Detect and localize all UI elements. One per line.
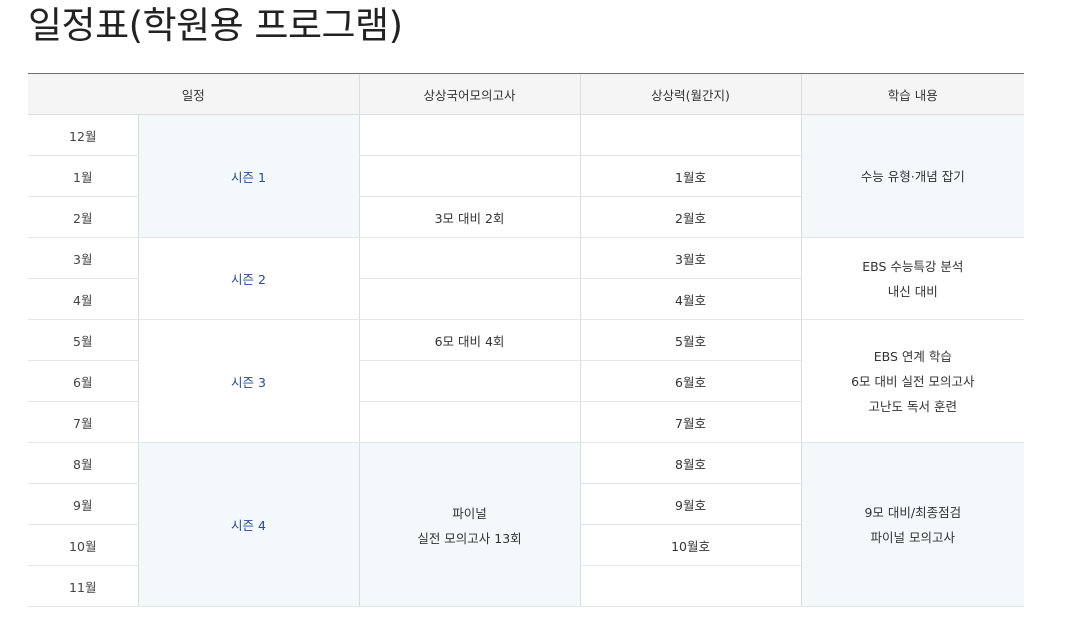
month-cell: 9월 bbox=[28, 483, 138, 525]
month-cell: 12월 bbox=[28, 114, 138, 156]
monthly-issue-cell: 8월호 bbox=[579, 442, 802, 484]
study-content-cell: 9모 대비/최종점검 파이널 모의고사 bbox=[800, 442, 1025, 607]
mock-exam-cell: 3모 대비 2회 bbox=[358, 196, 581, 238]
study-line: 9모 대비/최종점검 bbox=[864, 504, 962, 520]
table-row: 3월 시즌 2 3월호 EBS 수능특강 분석 내신 대비 bbox=[28, 237, 1025, 320]
study-line: EBS 연계 학습 bbox=[873, 348, 952, 364]
header-monthly: 상상력(월간지) bbox=[579, 73, 802, 115]
study-line: EBS 수능특강 분석 bbox=[862, 258, 964, 274]
mock-exam-cell bbox=[358, 237, 581, 279]
month-cell: 8월 bbox=[28, 442, 138, 484]
mock-exam-cell: 파이널 실전 모의고사 13회 bbox=[358, 442, 581, 607]
monthly-issue-cell: 6월호 bbox=[579, 360, 802, 402]
month-cell: 2월 bbox=[28, 196, 138, 238]
season-cell: 시즌 2 bbox=[137, 237, 360, 320]
table-row: 8월 시즌 4 파이널 실전 모의고사 13회 8월호 9모 대비/최종점검 파… bbox=[28, 442, 1025, 607]
monthly-issue-cell: 2월호 bbox=[579, 196, 802, 238]
monthly-issue-cell: 7월호 bbox=[579, 401, 802, 443]
study-line: 고난도 독서 훈련 bbox=[868, 398, 957, 414]
mock-exam-cell: 6모 대비 4회 bbox=[358, 319, 581, 361]
header-study: 학습 내용 bbox=[800, 73, 1025, 115]
monthly-issue-cell: 1월호 bbox=[579, 155, 802, 197]
monthly-issue-cell: 9월호 bbox=[579, 483, 802, 525]
header-mock-exam: 상상국어모의고사 bbox=[358, 73, 581, 115]
month-cell: 6월 bbox=[28, 360, 138, 402]
season-cell: 시즌 1 bbox=[137, 114, 360, 238]
monthly-issue-cell bbox=[579, 114, 802, 156]
mock-exam-line: 파이널 bbox=[452, 505, 487, 521]
mock-exam-cell bbox=[358, 155, 581, 197]
season-cell: 시즌 4 bbox=[137, 442, 360, 607]
table-header-row: 일정 상상국어모의고사 상상력(월간지) 학습 내용 bbox=[28, 73, 1025, 115]
month-cell: 11월 bbox=[28, 565, 138, 607]
mock-exam-line: 실전 모의고사 13회 bbox=[417, 530, 522, 546]
study-line: 6모 대비 실전 모의고사 bbox=[851, 373, 975, 389]
month-cell: 1월 bbox=[28, 155, 138, 197]
study-line: 파이널 모의고사 bbox=[870, 529, 955, 545]
schedule-table: 일정 상상국어모의고사 상상력(월간지) 학습 내용 12월 시즌 1 수능 유… bbox=[28, 73, 1025, 607]
study-content-cell: 수능 유형·개념 잡기 bbox=[800, 114, 1025, 238]
table-row: 12월 시즌 1 수능 유형·개념 잡기 bbox=[28, 114, 1025, 238]
header-schedule: 일정 bbox=[28, 73, 360, 115]
page-title: 일정표(학원용 프로그램) bbox=[28, 4, 403, 47]
study-line: 내신 대비 bbox=[887, 283, 938, 299]
study-content-cell: EBS 연계 학습 6모 대비 실전 모의고사 고난도 독서 훈련 bbox=[800, 319, 1025, 443]
monthly-issue-cell: 5월호 bbox=[579, 319, 802, 361]
monthly-issue-cell: 3월호 bbox=[579, 237, 802, 279]
mock-exam-cell bbox=[358, 278, 581, 320]
month-cell: 3월 bbox=[28, 237, 138, 279]
month-cell: 5월 bbox=[28, 319, 138, 361]
monthly-issue-cell bbox=[579, 565, 802, 607]
month-cell: 4월 bbox=[28, 278, 138, 320]
table-row: 5월 시즌 3 6모 대비 4회 5월호 EBS 연계 학습 6모 대비 실전 … bbox=[28, 319, 1025, 443]
month-cell: 7월 bbox=[28, 401, 138, 443]
study-content-cell: EBS 수능특강 분석 내신 대비 bbox=[800, 237, 1025, 320]
monthly-issue-cell: 10월호 bbox=[579, 524, 802, 566]
monthly-issue-cell: 4월호 bbox=[579, 278, 802, 320]
season-cell: 시즌 3 bbox=[137, 319, 360, 443]
study-line: 수능 유형·개념 잡기 bbox=[860, 168, 965, 184]
month-cell: 10월 bbox=[28, 524, 138, 566]
mock-exam-cell bbox=[358, 401, 581, 443]
mock-exam-cell bbox=[358, 360, 581, 402]
mock-exam-cell bbox=[358, 114, 581, 156]
